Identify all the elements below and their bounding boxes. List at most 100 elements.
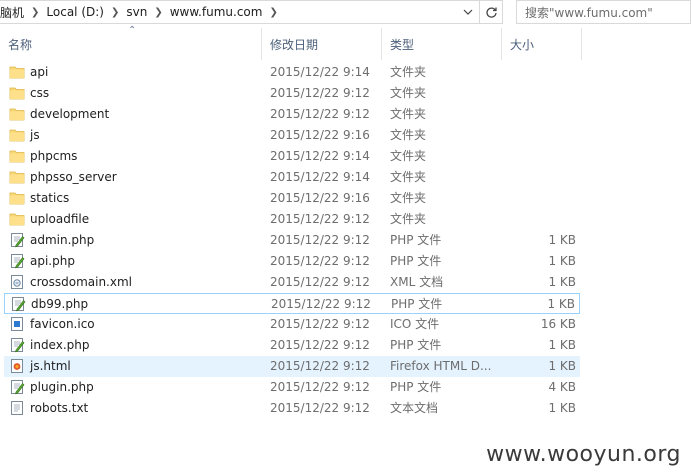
file-type: PHP 文件 xyxy=(390,233,442,247)
refresh-icon[interactable] xyxy=(479,1,502,23)
chevron-down-icon[interactable] xyxy=(457,1,479,23)
list-item[interactable]: db99.php 2015/12/22 9:12 PHP 文件 1 KB xyxy=(4,293,580,314)
php-file-icon xyxy=(9,379,25,395)
file-type: PHP 文件 xyxy=(390,254,442,268)
column-header-name[interactable]: 名称 ⌃ xyxy=(0,25,262,60)
php-file-icon xyxy=(9,337,25,353)
file-name: api xyxy=(30,65,49,79)
chevron-right-icon[interactable]: ❯ xyxy=(147,7,169,18)
file-name: statics xyxy=(30,191,70,205)
file-name: index.php xyxy=(30,338,90,352)
file-name: api.php xyxy=(30,254,75,268)
list-item[interactable]: api 2015/12/22 9:14 文件夹 xyxy=(4,62,580,83)
file-size: 16 KB xyxy=(540,317,576,331)
file-modified-date: 2015/12/22 9:12 xyxy=(270,86,370,100)
list-item[interactable]: phpcms 2015/12/22 9:14 文件夹 xyxy=(4,146,580,167)
column-header-size[interactable]: 大小 xyxy=(502,28,582,60)
php-file-icon xyxy=(9,253,25,269)
file-type: 文件夹 xyxy=(390,191,427,205)
ico-file-icon xyxy=(9,316,25,332)
file-modified-date: 2015/12/22 9:12 xyxy=(270,359,370,373)
file-size: 1 KB xyxy=(548,233,576,247)
list-item[interactable]: statics 2015/12/22 9:16 文件夹 xyxy=(4,188,580,209)
file-size: 1 KB xyxy=(548,338,576,352)
file-type: PHP 文件 xyxy=(390,338,442,352)
file-name: admin.php xyxy=(30,233,95,247)
xml-file-icon xyxy=(9,274,25,290)
breadcrumb-item-computer[interactable]: 脑机 xyxy=(0,4,24,21)
file-name: crossdomain.xml xyxy=(30,275,132,289)
list-item[interactable]: js 2015/12/22 9:16 文件夹 xyxy=(4,125,580,146)
chevron-right-icon[interactable]: ❯ xyxy=(262,7,284,18)
folder-icon xyxy=(9,190,25,206)
file-type: PHP 文件 xyxy=(391,297,443,311)
file-explorer-window: 脑机 ❯ Local (D:) ❯ svn ❯ www.fumu.com ❯ 搜… xyxy=(0,0,691,475)
file-modified-date: 2015/12/22 9:12 xyxy=(270,338,370,352)
chevron-right-icon[interactable]: ❯ xyxy=(104,7,126,18)
column-headers: 名称 ⌃ 修改日期 类型 大小 xyxy=(0,25,691,60)
folder-icon xyxy=(9,148,25,164)
file-size: 4 KB xyxy=(548,380,576,394)
list-item[interactable]: index.php 2015/12/22 9:12 PHP 文件 1 KB xyxy=(4,335,580,356)
file-type: 文件夹 xyxy=(390,170,427,184)
folder-icon xyxy=(9,64,25,80)
file-type: 文件夹 xyxy=(390,212,427,226)
file-type: Firefox HTML D... xyxy=(390,359,492,373)
column-header-date[interactable]: 修改日期 xyxy=(262,28,382,60)
file-type: 文本文档 xyxy=(390,401,439,415)
php-file-icon xyxy=(9,232,25,248)
text-file-icon xyxy=(9,400,25,416)
breadcrumb-item-svn[interactable]: svn xyxy=(126,5,147,19)
file-modified-date: 2015/12/22 9:14 xyxy=(270,170,370,184)
breadcrumb: 脑机 ❯ Local (D:) ❯ svn ❯ www.fumu.com ❯ xyxy=(0,1,285,23)
file-type: PHP 文件 xyxy=(390,380,442,394)
file-modified-date: 2015/12/22 9:12 xyxy=(270,380,370,394)
list-item[interactable]: admin.php 2015/12/22 9:12 PHP 文件 1 KB xyxy=(4,230,580,251)
folder-icon xyxy=(9,169,25,185)
file-size: 1 KB xyxy=(547,297,575,311)
file-size: 1 KB xyxy=(548,401,576,415)
file-modified-date: 2015/12/22 9:12 xyxy=(270,317,370,331)
chevron-right-icon[interactable]: ❯ xyxy=(24,7,46,18)
file-name: plugin.php xyxy=(30,380,94,394)
folder-icon xyxy=(9,106,25,122)
file-name: js.html xyxy=(30,359,71,373)
breadcrumb-item-site[interactable]: www.fumu.com xyxy=(170,5,263,19)
list-item[interactable]: uploadfile 2015/12/22 9:12 文件夹 xyxy=(4,209,580,230)
php-file-icon xyxy=(10,296,26,312)
file-modified-date: 2015/12/22 9:12 xyxy=(270,107,370,121)
address-bar[interactable]: 脑机 ❯ Local (D:) ❯ svn ❯ www.fumu.com ❯ xyxy=(0,0,503,24)
file-name: development xyxy=(30,107,110,121)
list-item[interactable]: robots.txt 2015/12/22 9:12 文本文档 1 KB xyxy=(4,398,580,419)
file-type: ICO 文件 xyxy=(390,317,440,331)
list-item[interactable]: development 2015/12/22 9:12 文件夹 xyxy=(4,104,580,125)
folder-icon xyxy=(9,211,25,227)
folder-icon xyxy=(9,127,25,143)
list-item[interactable]: api.php 2015/12/22 9:12 PHP 文件 1 KB xyxy=(4,251,580,272)
list-item[interactable]: css 2015/12/22 9:12 文件夹 xyxy=(4,83,580,104)
file-name: uploadfile xyxy=(30,212,90,226)
search-input[interactable]: 搜索"www.fumu.com" xyxy=(516,0,691,24)
list-item[interactable]: plugin.php 2015/12/22 9:12 PHP 文件 4 KB xyxy=(4,377,580,398)
file-type: XML 文档 xyxy=(390,275,444,289)
html-file-icon xyxy=(9,358,25,374)
file-type: 文件夹 xyxy=(390,149,427,163)
file-modified-date: 2015/12/22 9:16 xyxy=(270,191,370,205)
watermark: www.wooyun.org xyxy=(486,442,681,467)
file-modified-date: 2015/12/22 9:16 xyxy=(270,128,370,142)
column-header-type[interactable]: 类型 xyxy=(382,28,502,60)
list-item[interactable]: js.html 2015/12/22 9:12 Firefox HTML D... 1… xyxy=(4,356,580,377)
list-item[interactable]: crossdomain.xml 2015/12/22 9:12 XML 文档 1 KB xyxy=(4,272,580,293)
breadcrumb-item-drive[interactable]: Local (D:) xyxy=(46,5,104,19)
file-size: 1 KB xyxy=(548,359,576,373)
list-item[interactable]: phpsso_server 2015/12/22 9:14 文件夹 xyxy=(4,167,580,188)
file-name: db99.php xyxy=(31,297,89,311)
file-type: 文件夹 xyxy=(390,65,427,79)
file-modified-date: 2015/12/22 9:14 xyxy=(270,65,370,79)
list-item[interactable]: favicon.ico 2015/12/22 9:12 ICO 文件 16 KB xyxy=(4,314,580,335)
file-type: 文件夹 xyxy=(390,86,427,100)
file-size: 1 KB xyxy=(548,254,576,268)
search-placeholder: 搜索"www.fumu.com" xyxy=(525,5,653,20)
folder-icon xyxy=(9,85,25,101)
file-type: 文件夹 xyxy=(390,107,427,121)
